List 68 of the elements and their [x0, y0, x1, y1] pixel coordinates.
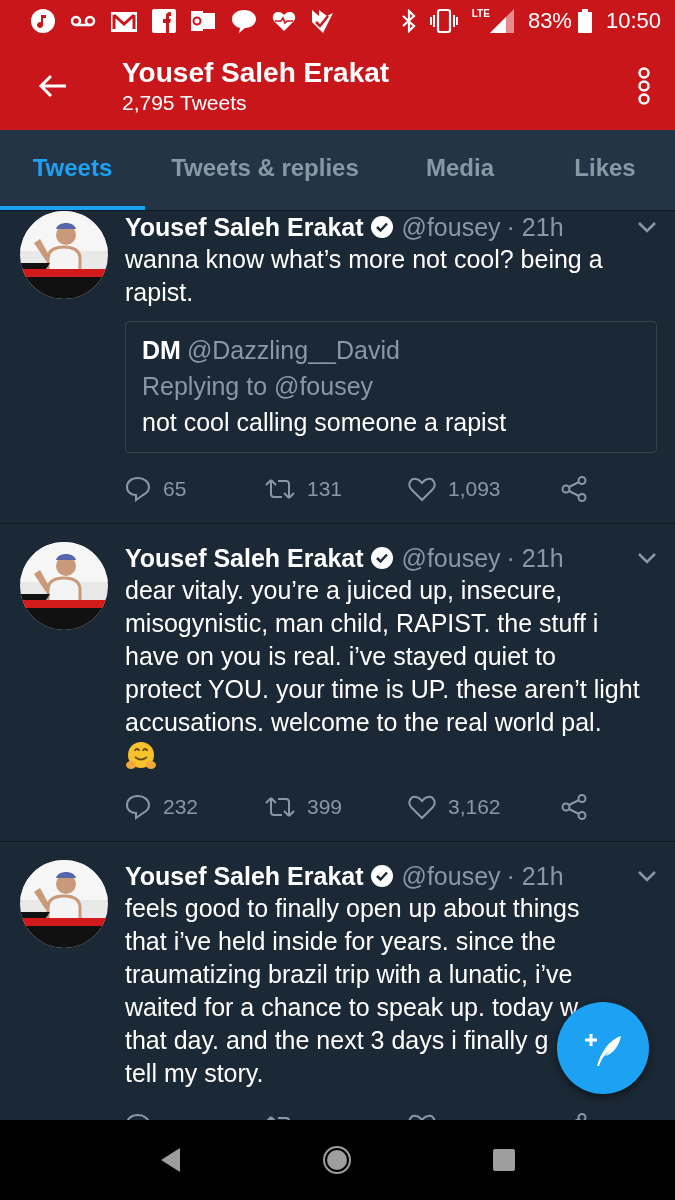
tweet-time: · 21h	[506, 861, 564, 891]
tweet-text-line: accusations. welcome to the real world pal.	[125, 707, 602, 738]
tweet-time: · 21h	[506, 212, 564, 242]
tweet-text-line: rapist.	[125, 277, 194, 308]
back-nav-icon[interactable]	[160, 1147, 183, 1173]
author-name[interactable]: Yousef Saleh Erakat	[125, 861, 364, 891]
like-count: 1,093	[448, 477, 501, 501]
retweet-icon[interactable]	[265, 796, 295, 818]
chevron-down-icon[interactable]	[637, 552, 657, 564]
battery-percent: 83%	[527, 8, 572, 34]
more-options-icon[interactable]	[637, 67, 651, 105]
chevron-down-icon[interactable]	[637, 221, 657, 233]
tweet-text-line: traumatizing brazil trip with a lunatic, i’ve	[125, 959, 573, 990]
retweet-icon[interactable]	[265, 478, 295, 500]
tweet-text-line: feels good to finally open up about things	[125, 893, 580, 924]
profile-tab[interactable]: Likes	[535, 130, 675, 210]
music-note-icon	[30, 8, 56, 34]
signal-icon	[489, 9, 514, 33]
retweet-count: 399	[307, 795, 343, 819]
tweet-text-line: that day. and the next 3 days i finally g	[125, 1025, 549, 1056]
profile-name: Yousef Saleh Erakat	[122, 57, 391, 89]
reply-icon[interactable]	[125, 476, 151, 502]
share-icon[interactable]	[561, 794, 587, 820]
tweet-text-line: misogynistic, man child, RAPIST. the stuff i	[125, 608, 599, 639]
profile-tab[interactable]: Media	[385, 130, 535, 210]
reply-count: 65	[163, 477, 187, 501]
author-handle[interactable]: @fousey	[401, 543, 501, 573]
home-nav-icon[interactable]	[322, 1145, 353, 1175]
share-icon[interactable]	[561, 476, 587, 502]
network-type-label: LTE	[471, 8, 490, 19]
profile-tab[interactable]: Tweets	[0, 130, 145, 210]
quoted-author-name: DM	[142, 336, 181, 364]
tweet-time: · 21h	[506, 543, 564, 573]
chevron-down-icon[interactable]	[637, 870, 657, 882]
author-name[interactable]: Yousef Saleh Erakat	[125, 212, 364, 242]
battery-icon	[577, 9, 592, 33]
author-handle[interactable]: @fousey	[401, 212, 501, 242]
bluetooth-icon	[401, 9, 416, 33]
overview-nav-icon[interactable]	[492, 1149, 515, 1171]
tweet-text-line: that i’ve held inside for years. since the	[125, 926, 556, 957]
reply-icon[interactable]	[125, 794, 151, 820]
check-icon	[310, 8, 334, 34]
voicemail-icon	[70, 14, 96, 28]
heart-icon[interactable]	[408, 794, 436, 820]
tweet-text-line: protect YOU. your time is UP. these aren’t light	[125, 674, 640, 705]
speech-bubble-icon	[230, 8, 258, 34]
quoted-author-handle: @Dazzling__David	[186, 336, 400, 364]
like-count: 3,162	[448, 795, 501, 819]
vibrate-icon	[429, 8, 458, 34]
replying-to-text: Replying to @fousey	[142, 371, 375, 402]
author-handle[interactable]: @fousey	[401, 861, 501, 891]
app-square-icon	[152, 9, 176, 33]
app-square-icon	[190, 9, 216, 33]
quoted-tweet-text: not cool calling someone a rapist	[142, 407, 508, 438]
tweet-text-line: dear vitaly. you’re a juiced up, insecure,	[125, 575, 563, 606]
tweet-text-line: wanna know what’s more not cool? being a	[125, 244, 603, 275]
quoted-tweet-card[interactable]: DM @Dazzling__David Replying to @fousey not cool calling someone a rapist	[125, 321, 657, 453]
tweet-text-line: have on you is real. i’ve stayed quiet to	[125, 641, 556, 672]
heart-icon[interactable]	[408, 476, 436, 502]
author-name[interactable]: Yousef Saleh Erakat	[125, 543, 364, 573]
reply-count: 232	[163, 795, 199, 819]
tweet-text-line: tell my story.	[125, 1058, 264, 1089]
heart-pulse-icon	[272, 10, 296, 32]
tweet-count: 2,795 Tweets	[122, 91, 248, 115]
profile-tab[interactable]: Tweets & replies	[145, 130, 385, 210]
retweet-count: 131	[307, 477, 343, 501]
back-arrow-icon[interactable]	[38, 74, 68, 98]
clock-time: 10:50	[605, 8, 661, 34]
